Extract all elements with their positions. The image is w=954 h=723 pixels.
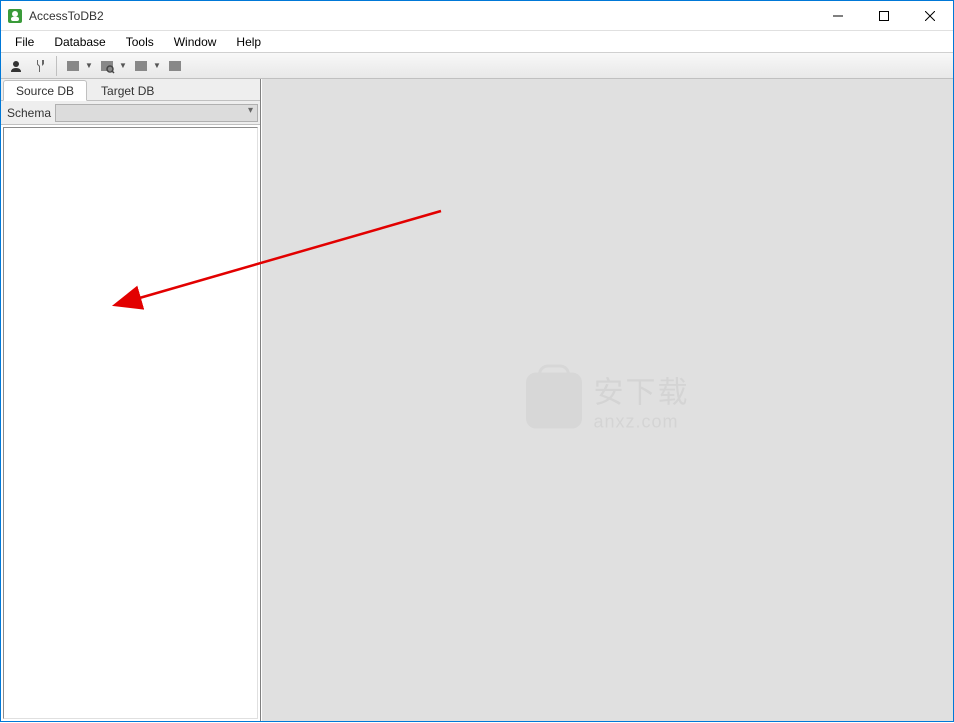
maximize-button[interactable] xyxy=(861,1,907,30)
block-icon[interactable] xyxy=(130,55,152,77)
query-icon[interactable] xyxy=(96,55,118,77)
left-panel: Source DB Target DB Schema xyxy=(1,79,261,721)
workspace-area: 安下载 anxz.com xyxy=(261,79,953,721)
db-tabs: Source DB Target DB xyxy=(1,79,260,101)
watermark-badge-icon xyxy=(526,372,582,428)
watermark-cn: 安下载 xyxy=(594,368,690,412)
app-window: AccessToDB2 File Database Tools Window H… xyxy=(0,0,954,722)
window-title: AccessToDB2 xyxy=(29,9,815,23)
toolbar-separator xyxy=(56,56,57,76)
head-icon[interactable] xyxy=(5,55,27,77)
menubar: File Database Tools Window Help xyxy=(1,31,953,53)
menu-tools[interactable]: Tools xyxy=(116,33,164,51)
main-area: Source DB Target DB Schema 安下载 anxz.com xyxy=(1,79,953,721)
menu-window[interactable]: Window xyxy=(164,33,227,51)
sheet-icon[interactable] xyxy=(62,55,84,77)
db-tree[interactable] xyxy=(3,127,258,719)
tab-source-db[interactable]: Source DB xyxy=(3,80,87,101)
titlebar: AccessToDB2 xyxy=(1,1,953,31)
tool-group-2: ▼ xyxy=(96,55,128,77)
pliers-icon[interactable] xyxy=(29,55,51,77)
minimize-button[interactable] xyxy=(815,1,861,30)
watermark-en: anxz.com xyxy=(594,412,690,433)
schema-row: Schema xyxy=(1,101,260,125)
dropdown-arrow-icon[interactable]: ▼ xyxy=(152,61,162,70)
app-icon xyxy=(7,8,23,24)
watermark: 安下载 anxz.com xyxy=(526,368,690,433)
toolbar: ▼ ▼ ▼ xyxy=(1,53,953,79)
dropdown-arrow-icon[interactable]: ▼ xyxy=(118,61,128,70)
close-button[interactable] xyxy=(907,1,953,30)
schema-label: Schema xyxy=(3,106,51,120)
watermark-text: 安下载 anxz.com xyxy=(594,368,690,433)
dropdown-arrow-icon[interactable]: ▼ xyxy=(84,61,94,70)
block2-icon[interactable] xyxy=(164,55,186,77)
menu-database[interactable]: Database xyxy=(44,33,115,51)
menu-file[interactable]: File xyxy=(5,33,44,51)
window-controls xyxy=(815,1,953,30)
schema-select[interactable] xyxy=(55,104,258,122)
tool-group-1: ▼ xyxy=(62,55,94,77)
tab-target-db[interactable]: Target DB xyxy=(88,80,167,100)
tool-group-3: ▼ xyxy=(130,55,162,77)
menu-help[interactable]: Help xyxy=(226,33,271,51)
